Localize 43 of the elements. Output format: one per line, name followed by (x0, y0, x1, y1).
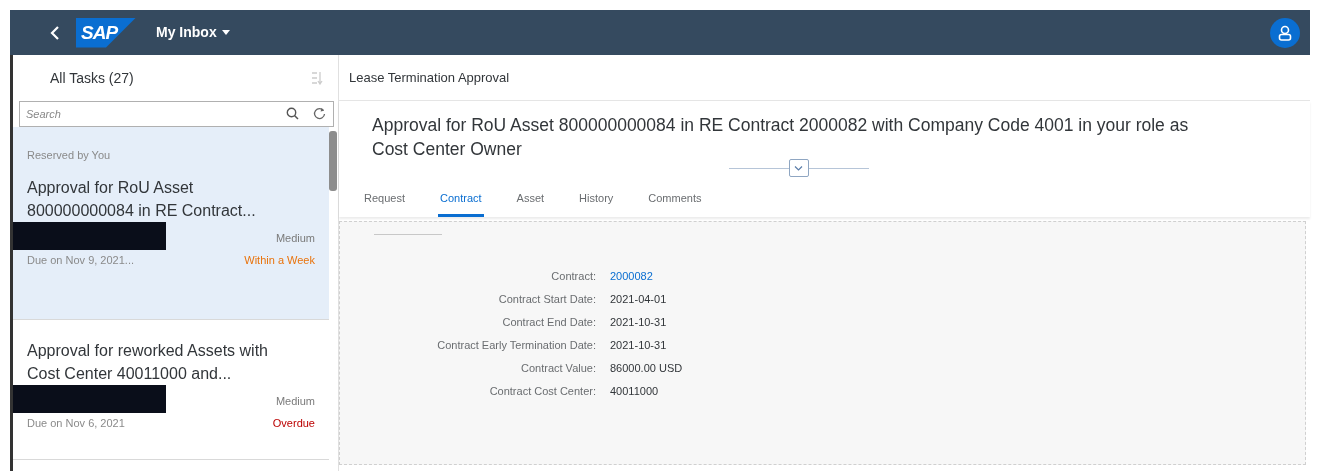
caret-icon (221, 30, 230, 35)
tab[interactable]: Comments (646, 183, 704, 217)
back-icon (50, 24, 60, 41)
field-label: Contract Early Termination Date: (436, 338, 596, 352)
back-button[interactable] (50, 24, 60, 41)
task-detail-title: Approval for RoU Asset 800000000084 in RE Contract 2000082 with Company Code 4001 in your role as Cost Center Owner (372, 114, 1190, 161)
tab[interactable]: Request (362, 183, 407, 217)
refresh-icon[interactable] (313, 107, 326, 120)
task-list-title: All Tasks (27) (50, 68, 134, 88)
field-label: Contract Cost Center: (488, 384, 596, 398)
search-field[interactable]: Search (19, 101, 334, 127)
field-value: 2021-04-01 (610, 292, 668, 306)
search-icon[interactable] (286, 107, 299, 120)
field-value: 86000.00 USD (610, 361, 684, 375)
task-status-label: Reserved by You (27, 148, 112, 163)
task-deadline-status: Overdue (272, 416, 315, 431)
task-title: Approval for RoU Asset 800000000084 in RE Contract... (27, 177, 257, 221)
tab[interactable]: Asset (514, 183, 547, 217)
app-title-menu[interactable]: My Inbox (156, 22, 230, 43)
field-label: Contract Value: (520, 361, 596, 375)
task-priority: Medium (275, 394, 315, 409)
chevron-down-icon (794, 165, 803, 171)
contract-link[interactable]: 2000082 (610, 269, 874, 283)
scrollbar[interactable] (329, 131, 337, 191)
user-icon (1278, 24, 1292, 41)
task-deadline-status: Within a Week (244, 252, 315, 268)
detail-header: Lease Termination Approval (349, 68, 510, 87)
task-title: Approval for reworked Assets with Cost Center 40011000 and... (27, 341, 269, 384)
field-label: Contract: (550, 269, 596, 283)
user-avatar[interactable] (1270, 17, 1300, 48)
task-due-date: Due on Nov 6, 2021 (27, 416, 125, 431)
collapse-button[interactable] (788, 159, 809, 177)
task-priority: Medium (275, 230, 315, 246)
field-label: Contract Start Date: (497, 292, 596, 306)
field-value: 40011000 (610, 384, 660, 398)
field-label: Contract End Date: (501, 315, 596, 329)
task-item[interactable]: Reserved by You Approval for RoU Asset 800000000084 in RE Contract... Medium Due on Nov 9, 2021... Within a Week (13, 127, 329, 320)
field-value: 2021-10-31 (610, 315, 668, 329)
tab[interactable]: Contract (438, 183, 484, 217)
task-due-date: Due on Nov 9, 2021... (27, 252, 134, 268)
tab[interactable]: History (577, 183, 616, 217)
field-value: 2021-10-31 (610, 338, 668, 352)
logo: SAP (76, 17, 136, 48)
